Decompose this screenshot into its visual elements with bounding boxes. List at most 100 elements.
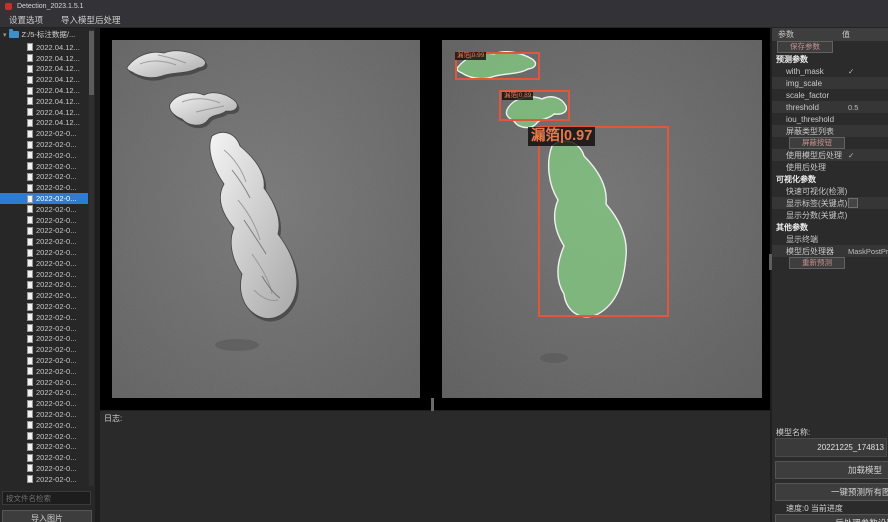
file-list-item[interactable]: 2022-02-0... — [0, 301, 88, 312]
file-list-item[interactable]: 2022-02-0... — [0, 344, 88, 355]
file-list-item[interactable]: 2022-02-0... — [0, 290, 88, 301]
param-row[interactable]: 预测参数 — [772, 53, 888, 65]
file-list-item[interactable]: 2022-02-0... — [0, 193, 88, 204]
file-list-item[interactable]: 2022-02-0... — [0, 215, 88, 226]
param-row[interactable]: with_mask ✓ — [772, 65, 888, 77]
param-row[interactable]: 屏蔽类型列表 — [772, 125, 888, 137]
log-title: 日志: — [100, 411, 770, 425]
param-checkbox[interactable] — [848, 198, 858, 208]
param-row[interactable]: 使用模型后处理 ✓ — [772, 149, 888, 161]
file-icon — [27, 303, 33, 311]
file-name: 2022-02-0... — [36, 432, 76, 441]
file-list-item[interactable]: 2022-02-0... — [0, 269, 88, 280]
param-row[interactable]: 显示终端 — [772, 233, 888, 245]
file-list-item[interactable]: 2022.04.12... — [0, 64, 88, 75]
param-label: 显示分数(关键点) — [772, 210, 847, 221]
file-list-item[interactable]: 2022.04.12... — [0, 74, 88, 85]
file-icon — [27, 141, 33, 149]
load-model-button[interactable]: 加载模型 — [775, 461, 888, 479]
file-list-item[interactable]: 2022-02-0... — [0, 474, 88, 485]
file-list-item[interactable]: 2022-02-0... — [0, 355, 88, 366]
file-list-item[interactable]: 2022-02-0... — [0, 323, 88, 334]
image-viewer-original[interactable] — [112, 40, 420, 398]
file-list-item[interactable]: 2022-02-0... — [0, 172, 88, 183]
image-canvas: 漏箔|0.99 漏箔|0.89 漏箔|0.97 — [100, 28, 770, 410]
menu-import-postprocess[interactable]: 导入模型后处理 — [61, 14, 121, 26]
param-row[interactable]: 可视化参数 — [772, 173, 888, 185]
progress-status: 速度:0 当前进度 — [786, 503, 843, 514]
model-name-field[interactable]: 20221225_174813 — [775, 438, 887, 457]
file-name: 2022-02-0... — [36, 216, 76, 225]
file-list-item[interactable]: 2022-02-0... — [0, 128, 88, 139]
file-list-item[interactable]: 2022.04.12... — [0, 96, 88, 107]
file-name: 2022-02-0... — [36, 475, 76, 484]
param-label: threshold — [772, 103, 819, 112]
file-icon — [27, 195, 33, 203]
file-list-item[interactable]: 2022-02-0... — [0, 431, 88, 442]
file-list-item[interactable]: 2022-02-0... — [0, 463, 88, 474]
file-list-item[interactable]: 2022.04.12... — [0, 85, 88, 96]
model-name-label: 模型名称: — [776, 427, 810, 438]
param-row[interactable]: 重新预测 — [772, 257, 888, 269]
file-list-item[interactable]: 2022-02-0... — [0, 139, 88, 150]
file-list-item[interactable]: 2022.04.12... — [0, 118, 88, 129]
param-row[interactable]: 屏蔽按钮 — [772, 137, 888, 149]
file-icon — [27, 119, 33, 127]
file-list-item[interactable]: 2022.04.12... — [0, 42, 88, 53]
sidebar-scrollbar[interactable] — [89, 30, 94, 486]
file-list-item[interactable]: 2022-02-0... — [0, 366, 88, 377]
param-row[interactable]: threshold 0.5 — [772, 101, 888, 113]
expand-arrow-icon[interactable] — [3, 31, 7, 39]
horizontal-splitter-handle[interactable] — [431, 398, 434, 411]
file-list-item[interactable]: 2022-02-0... — [0, 388, 88, 399]
postprocess-params-button[interactable]: 后处理参数设置 — [775, 514, 888, 522]
detection-box — [538, 126, 669, 317]
param-label: 使用后处理 — [772, 162, 826, 173]
file-name: 2022-02-0... — [36, 194, 76, 203]
tree-root-folder[interactable]: Z:/5-标注数据/... — [0, 28, 95, 41]
param-row[interactable]: 显示标签(关键点) — [772, 197, 888, 209]
file-icon — [27, 389, 33, 397]
file-list-item[interactable]: 2022-02-0... — [0, 161, 88, 172]
param-row[interactable]: iou_threshold — [772, 113, 888, 125]
file-list-item[interactable]: 2022.04.12... — [0, 53, 88, 64]
file-list-item[interactable]: 2022-02-0... — [0, 334, 88, 345]
file-list-item[interactable]: 2022-02-0... — [0, 258, 88, 269]
file-list-item[interactable]: 2022-02-0... — [0, 204, 88, 215]
file-list-item[interactable]: 2022-02-0... — [0, 452, 88, 463]
param-row[interactable]: 保存参数 — [772, 41, 888, 53]
file-list-item[interactable]: 2022-02-0... — [0, 226, 88, 237]
param-row[interactable]: scale_factor — [772, 89, 888, 101]
file-icon — [27, 184, 33, 192]
param-label: 使用模型后处理 — [772, 150, 842, 161]
file-name: 2022-02-0... — [36, 464, 76, 473]
search-input[interactable] — [2, 491, 91, 505]
file-icon — [27, 378, 33, 386]
file-list-item[interactable]: 2022-02-0... — [0, 150, 88, 161]
param-row[interactable]: 快速可视化(检测) — [772, 185, 888, 197]
param-row[interactable]: 模型后处理器 MaskPostPro — [772, 245, 888, 257]
file-name: 2022-02-0... — [36, 324, 76, 333]
file-list-item[interactable]: 2022-02-0... — [0, 409, 88, 420]
image-viewer-prediction[interactable]: 漏箔|0.99 漏箔|0.89 漏箔|0.97 — [442, 40, 762, 398]
file-list-item[interactable]: 2022-02-0... — [0, 280, 88, 291]
param-row[interactable]: 其他参数 — [772, 221, 888, 233]
file-list-item[interactable]: 2022.04.12... — [0, 107, 88, 118]
file-list-item[interactable]: 2022-02-0... — [0, 377, 88, 388]
file-list-item[interactable]: 2022-02-0... — [0, 182, 88, 193]
import-images-button[interactable]: 导入图片 — [2, 510, 92, 522]
file-list-item[interactable]: 2022-02-0... — [0, 312, 88, 323]
menu-settings[interactable]: 设置选项 — [9, 14, 43, 26]
file-list-item[interactable]: 2022-02-0... — [0, 398, 88, 409]
file-list-item[interactable]: 2022-02-0... — [0, 247, 88, 258]
file-icon — [27, 65, 33, 73]
file-list-item[interactable]: 2022-02-0... — [0, 441, 88, 452]
param-row[interactable]: 使用后处理 — [772, 161, 888, 173]
file-list-item[interactable]: 2022-02-0... — [0, 420, 88, 431]
predict-all-button[interactable]: 一键预测所有图片 — [775, 483, 888, 501]
param-row[interactable]: 显示分数(关键点) — [772, 209, 888, 221]
sidebar-scrollbar-thumb[interactable] — [89, 31, 94, 95]
app-window: Detection_2023.1.5.1 设置选项 导入模型后处理 Z:/5-标… — [0, 0, 888, 522]
file-list-item[interactable]: 2022-02-0... — [0, 236, 88, 247]
param-row[interactable]: img_scale — [772, 77, 888, 89]
